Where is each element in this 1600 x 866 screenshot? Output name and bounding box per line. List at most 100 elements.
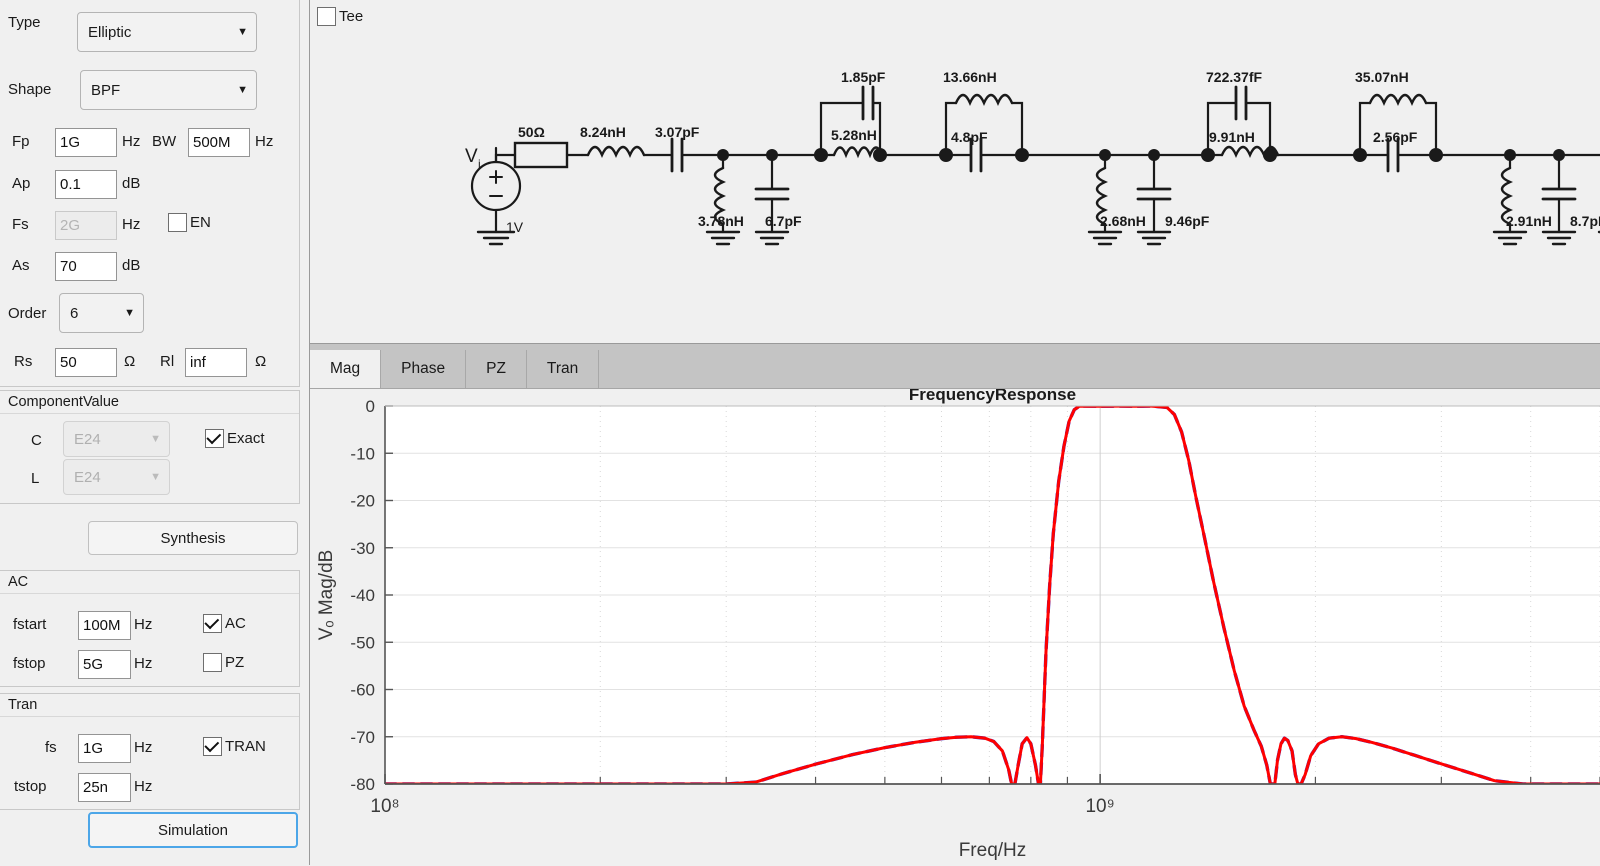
frequency-response-chart: FrequencyResponse 0 -10 -20 -30 -40 -50 -60 -70 -… xyxy=(316,389,1600,861)
parameters-sidebar: Type Elliptic ▼ Shape BPF ▼ Fp 1G Hz BW … xyxy=(0,0,310,865)
y-axis-tick-label: -40 xyxy=(350,586,375,605)
tab-label: PZ xyxy=(486,360,506,377)
ap-input[interactable]: 0.1 xyxy=(55,170,117,199)
filter-schematic: V i 1V 50Ω 8.24nH 3.07pF 3.78nH 6.7pF 1.… xyxy=(465,69,1600,246)
tran-fs-label: fs xyxy=(45,739,57,756)
type-value: Elliptic xyxy=(88,23,132,41)
tab-tran[interactable]: Tran xyxy=(526,350,600,388)
simulation-button[interactable]: Simulation xyxy=(88,812,298,848)
order-dropdown[interactable]: 6 ▼ xyxy=(59,293,144,333)
y-axis-tick-label: -70 xyxy=(350,728,375,747)
rs-unit: Ω xyxy=(124,353,136,370)
tank1-c-label: 1.85pF xyxy=(841,69,886,85)
fstart-value: 100M xyxy=(83,617,121,634)
y-axis-tick-label: -80 xyxy=(350,775,375,794)
tank2-l-label: 13.66nH xyxy=(943,69,997,85)
shunt1-l-label: 3.78nH xyxy=(698,213,744,229)
y-axis-tick-label: 0 xyxy=(366,397,375,416)
tstop-label: tstop xyxy=(14,778,47,795)
tab-phase[interactable]: Phase xyxy=(381,350,467,388)
c-series-dropdown[interactable]: E24 ▼ xyxy=(63,421,170,457)
tran-group: Tran fs 1G Hz TRAN tstop 25n Hz xyxy=(0,693,300,810)
en-checkbox[interactable]: EN xyxy=(168,213,211,232)
input-node-subscript: i xyxy=(478,157,481,171)
source-amplitude-label: 1V xyxy=(506,219,524,235)
fstop-unit: Hz xyxy=(134,655,153,672)
pz-checkbox-label: PZ xyxy=(225,654,245,671)
chevron-down-icon: ▼ xyxy=(150,432,161,445)
fp-unit: Hz xyxy=(122,133,141,150)
en-checkbox-box xyxy=(168,213,187,232)
type-label: Type xyxy=(8,14,41,31)
pz-checkbox-box xyxy=(203,653,222,672)
ac-checkbox-label: AC xyxy=(225,615,246,632)
fstop-value: 5G xyxy=(83,656,104,673)
shape-dropdown[interactable]: BPF ▼ xyxy=(80,70,257,110)
tab-label: Mag xyxy=(330,360,361,377)
rs-label: Rs xyxy=(14,353,33,370)
rs-value: 50 xyxy=(60,354,77,371)
y-axis-tick-label: -50 xyxy=(350,633,375,652)
exact-label: Exact xyxy=(227,430,265,447)
tran-fs-input[interactable]: 1G xyxy=(78,734,131,763)
y-axis-tick-label: -10 xyxy=(350,444,375,463)
rl-value: inf xyxy=(190,354,206,371)
input-node-label: V xyxy=(465,146,478,167)
fstop-label: fstop xyxy=(13,655,46,672)
tab-label: Tran xyxy=(546,360,579,377)
ac-checkbox[interactable]: AC xyxy=(203,614,246,633)
shunt1-c-label: 6.7pF xyxy=(765,213,802,229)
fs-unit: Hz xyxy=(122,216,141,233)
tran-checkbox-label: TRAN xyxy=(225,738,266,755)
tran-title: Tran xyxy=(0,694,299,717)
ap-value: 0.1 xyxy=(60,176,81,193)
tstop-value: 25n xyxy=(83,779,109,796)
fstart-input[interactable]: 100M xyxy=(78,611,131,640)
exact-checkbox[interactable]: Exact xyxy=(205,429,265,448)
tab-mag[interactable]: Mag xyxy=(310,350,382,388)
tran-checkbox[interactable]: TRAN xyxy=(203,737,266,756)
as-value: 70 xyxy=(60,258,77,275)
rl-unit: Ω xyxy=(255,353,267,370)
component-value-group: ComponentValue C E24 ▼ L E24 ▼ Exact xyxy=(0,390,300,504)
fstop-input[interactable]: 5G xyxy=(78,650,131,679)
as-unit: dB xyxy=(122,257,141,274)
tank4-l-label: 35.07nH xyxy=(1355,69,1409,85)
fs-label: Fs xyxy=(12,216,29,233)
y-axis-label: Vₒ Mag/dB xyxy=(316,550,337,641)
bw-input[interactable]: 500M xyxy=(188,128,250,157)
plot-area: Mag Phase PZ Tran FrequencyResponse 0 -10 -20 -… xyxy=(310,343,1600,865)
synthesis-button[interactable]: Synthesis xyxy=(88,521,298,555)
en-label: EN xyxy=(190,214,211,231)
tank2-c-label: 4.8pF xyxy=(951,129,988,145)
chevron-down-icon: ▼ xyxy=(150,470,161,483)
plot-tabs: Mag Phase PZ Tran xyxy=(310,344,1600,389)
exact-checkbox-box xyxy=(205,429,224,448)
pz-checkbox[interactable]: PZ xyxy=(203,653,244,672)
tab-label: Phase xyxy=(401,360,446,377)
filter-spec-group: Type Elliptic ▼ Shape BPF ▼ Fp 1G Hz BW … xyxy=(0,0,300,387)
shunt2-l-label: 2.68nH xyxy=(1100,213,1146,229)
chevron-down-icon: ▼ xyxy=(237,83,248,96)
tank4-c-label: 2.56pF xyxy=(1373,129,1418,145)
fs-value: 2G xyxy=(60,217,81,234)
shunt2-c-label: 9.46pF xyxy=(1165,213,1210,229)
schematic-area: Tee V i 1V 50Ω 8.24nH 3.07pF 3.78nH 6.7p… xyxy=(310,0,1600,343)
chart-title: FrequencyResponse xyxy=(909,389,1076,404)
tank3-l-label: 9.91nH xyxy=(1209,129,1255,145)
tank1-l-label: 5.28nH xyxy=(831,127,877,143)
l-series-dropdown[interactable]: E24 ▼ xyxy=(63,459,170,495)
type-dropdown[interactable]: Elliptic ▼ xyxy=(77,12,257,52)
chevron-down-icon: ▼ xyxy=(124,306,135,319)
rl-input[interactable]: inf xyxy=(185,348,247,377)
c-label: C xyxy=(31,432,42,449)
rs-input[interactable]: 50 xyxy=(55,348,117,377)
bw-label: BW xyxy=(152,133,177,150)
fp-input[interactable]: 1G xyxy=(55,128,117,157)
fs-input[interactable]: 2G xyxy=(55,211,117,240)
tran-checkbox-box xyxy=(203,737,222,756)
fstart-label: fstart xyxy=(13,616,47,633)
tab-pz[interactable]: PZ xyxy=(466,350,527,388)
tstop-input[interactable]: 25n xyxy=(78,773,131,802)
as-input[interactable]: 70 xyxy=(55,252,117,281)
